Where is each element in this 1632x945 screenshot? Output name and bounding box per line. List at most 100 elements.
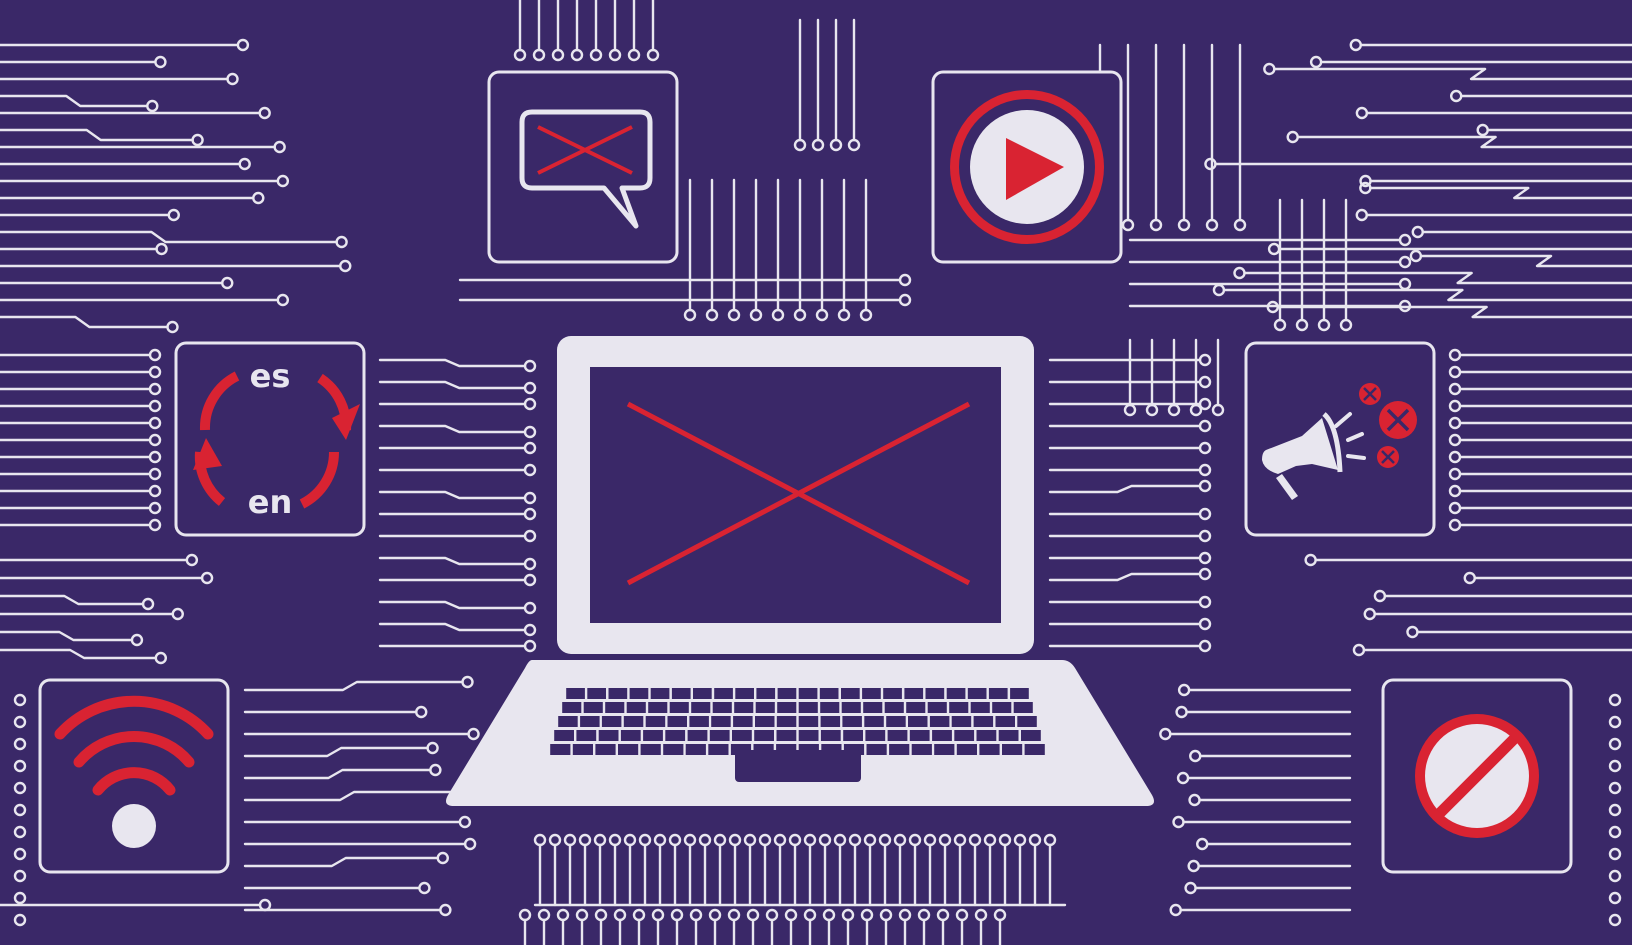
wifi-tile bbox=[38, 678, 230, 874]
keyboard-key bbox=[711, 716, 731, 727]
keyboard-key bbox=[648, 702, 668, 713]
video-play-icon bbox=[950, 90, 1104, 244]
keyboard-key bbox=[645, 716, 666, 727]
keyboard-key bbox=[576, 730, 597, 741]
keyboard-key bbox=[887, 730, 908, 741]
keyboard-key bbox=[620, 730, 641, 741]
keyboard-key bbox=[998, 730, 1019, 741]
keyboard-key bbox=[841, 702, 861, 713]
keyboard-key bbox=[865, 730, 886, 741]
keyboard-key bbox=[755, 702, 775, 713]
keyboard-key bbox=[587, 688, 606, 699]
keyboard-key bbox=[883, 688, 902, 699]
keyboard-key bbox=[976, 730, 997, 741]
keyboard-key bbox=[691, 702, 711, 713]
keyboard-key bbox=[886, 716, 906, 727]
keyboard-key bbox=[906, 702, 926, 713]
keyboard-key bbox=[842, 716, 862, 727]
keyboard-key bbox=[863, 702, 883, 713]
keyboard-key bbox=[605, 702, 625, 713]
keyboard-key bbox=[841, 688, 860, 699]
keyboard-key bbox=[973, 716, 994, 727]
keyboard-key bbox=[693, 688, 712, 699]
keyboard-key bbox=[572, 744, 593, 755]
keyboard-key bbox=[640, 744, 661, 755]
keyboard-key bbox=[932, 730, 952, 741]
prohibited-sign-icon bbox=[1415, 714, 1539, 838]
keyboard-key bbox=[650, 688, 670, 699]
keyboard-key bbox=[1010, 688, 1029, 699]
keyboard-key bbox=[755, 716, 775, 727]
keyboard-key bbox=[798, 702, 818, 713]
prohibited-tile bbox=[1381, 678, 1573, 874]
keyboard-key bbox=[689, 716, 709, 727]
keyboard-key bbox=[884, 702, 904, 713]
keyboard-key bbox=[988, 688, 1008, 699]
keyboard-key bbox=[798, 688, 818, 699]
keyboard-key bbox=[665, 730, 686, 741]
keyboard-key bbox=[708, 744, 729, 755]
circuit-board-illustration: es en bbox=[0, 0, 1632, 945]
keyboard-key bbox=[946, 688, 966, 699]
keyboard-key bbox=[712, 702, 732, 713]
keyboard-key bbox=[1024, 744, 1045, 755]
keyboard-key bbox=[843, 730, 863, 741]
keyboard-key bbox=[911, 744, 932, 755]
keyboard-key bbox=[595, 744, 616, 755]
keyboard-key bbox=[909, 730, 930, 741]
keyboard-key bbox=[798, 716, 819, 727]
keyboard-key bbox=[1021, 730, 1041, 741]
keyboard-key bbox=[889, 744, 910, 755]
keyboard-key bbox=[979, 744, 1000, 755]
keyboard-key bbox=[934, 744, 955, 755]
keyboard-key bbox=[954, 730, 975, 741]
keyboard-key bbox=[777, 688, 797, 699]
keyboard-key bbox=[618, 744, 639, 755]
keyboard-key bbox=[949, 702, 969, 713]
keyboard-key bbox=[862, 688, 881, 699]
keyboard-key bbox=[820, 730, 841, 741]
keyboard-key bbox=[777, 702, 797, 713]
megaphone-tile-frame bbox=[1244, 341, 1436, 537]
keyboard-key bbox=[929, 716, 950, 727]
chat-tile bbox=[487, 70, 679, 264]
keyboard-key bbox=[1013, 702, 1033, 713]
keyboard-key bbox=[1002, 744, 1023, 755]
keyboard-key bbox=[733, 716, 753, 727]
keyboard-key bbox=[643, 730, 663, 741]
translate-tile: es en bbox=[174, 341, 366, 537]
keyboard-key bbox=[992, 702, 1012, 713]
megaphone-tile bbox=[1244, 341, 1436, 537]
keyboard-key bbox=[554, 730, 574, 741]
keyboard-key bbox=[967, 688, 987, 699]
keyboard-key bbox=[598, 730, 619, 741]
keyboard-key bbox=[1017, 716, 1037, 727]
keyboard-key bbox=[709, 730, 730, 741]
keyboard-key bbox=[925, 688, 945, 699]
keyboard-key bbox=[671, 688, 691, 699]
keyboard-key bbox=[562, 702, 582, 713]
keyboard-key bbox=[714, 688, 733, 699]
keyboard-key bbox=[558, 716, 578, 727]
keyboard-key bbox=[756, 688, 776, 699]
keyboard-key bbox=[776, 730, 797, 741]
keyboard-key bbox=[776, 716, 797, 727]
keyboard-key bbox=[951, 716, 972, 727]
keyboard-key bbox=[819, 688, 839, 699]
keyboard-key bbox=[754, 730, 774, 741]
keyboard-key bbox=[626, 702, 646, 713]
keyboard-key bbox=[798, 730, 819, 741]
keyboard-key bbox=[669, 702, 689, 713]
video-tile bbox=[931, 70, 1123, 264]
laptop-trackpad bbox=[735, 750, 861, 782]
keyboard-key bbox=[732, 730, 752, 741]
keyboard-key bbox=[685, 744, 706, 755]
lang-top-label: es bbox=[250, 357, 291, 395]
keyboard-key bbox=[970, 702, 990, 713]
keyboard-key bbox=[629, 688, 649, 699]
keyboard-key bbox=[864, 716, 884, 727]
keyboard-key bbox=[908, 716, 928, 727]
keyboard-key bbox=[735, 688, 754, 699]
keyboard-key bbox=[820, 716, 841, 727]
keyboard-key bbox=[995, 716, 1015, 727]
